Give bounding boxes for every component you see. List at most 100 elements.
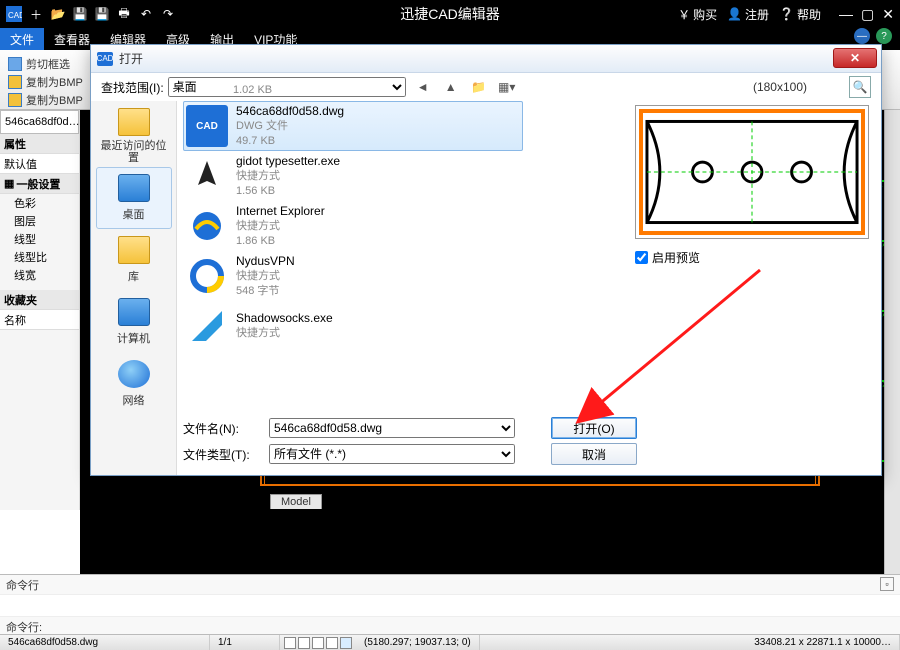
polar-toggle[interactable] <box>326 637 338 649</box>
minimize-button[interactable]: — <box>839 6 853 23</box>
model-tab[interactable]: Model <box>270 494 322 509</box>
help-button[interactable]: ❔帮助 <box>779 6 821 23</box>
menu-file[interactable]: 文件 <box>0 28 44 50</box>
filename-input[interactable]: 546ca68df0d58.dwg <box>269 418 515 438</box>
new-icon[interactable]: ＋ <box>26 4 46 24</box>
place-recent[interactable]: 最近访问的位置 <box>96 105 172 167</box>
grid-toggle[interactable] <box>298 637 310 649</box>
cmd-restore-icon[interactable]: ▫ <box>880 577 894 591</box>
ribbon-copy-bmp[interactable]: 复制为BMP <box>8 74 83 90</box>
place-libraries[interactable]: 库 <box>96 229 172 291</box>
left-panel: 546ca68df0d… 属性 默认值 ▦一般设置 色彩 图层 线型 线型比 线… <box>0 110 80 510</box>
statusbar: 546ca68df0d58.dwg 1/1 (5180.297; 19037.1… <box>0 634 900 650</box>
doc-min-icon[interactable]: — <box>854 28 870 44</box>
status-coords: (5180.297; 19037.13; 0) <box>356 635 480 650</box>
file-row[interactable]: NydusVPN快捷方式548 字节 <box>183 251 523 301</box>
print-icon[interactable]: 🖶 <box>114 4 134 24</box>
dialog-titlebar[interactable]: CAD 打开 ✕ <box>91 45 881 73</box>
place-libraries-label: 库 <box>128 268 139 284</box>
file-size: 548 字节 <box>236 284 295 299</box>
app-icon[interactable]: CAD <box>4 4 24 24</box>
open-icon[interactable]: 📂 <box>48 4 68 24</box>
place-desktop-label: 桌面 <box>123 206 145 222</box>
file-icon <box>186 305 228 347</box>
file-icon: CAD <box>186 105 228 147</box>
file-row[interactable]: Internet Explorer快捷方式1.86 KB <box>183 201 523 251</box>
bmp-icon <box>8 75 22 89</box>
place-network[interactable]: 网络 <box>96 353 172 415</box>
lineweight-row[interactable]: 线型比 <box>0 248 79 266</box>
computer-icon <box>118 298 150 326</box>
dialog-bottom: 文件名(N): 546ca68df0d58.dwg 打开(O) 文件类型(T):… <box>183 415 869 467</box>
file-row-partial[interactable]: 1.02 KB <box>183 79 523 101</box>
osnap-toggle[interactable] <box>340 637 352 649</box>
vscrollbar[interactable] <box>884 110 900 586</box>
desktop-icon <box>118 174 150 202</box>
ribbon-copy-bmp-all[interactable]: 复制为BMP <box>8 92 83 108</box>
svg-text:CAD: CAD <box>8 11 22 20</box>
place-computer[interactable]: 计算机 <box>96 291 172 353</box>
ribbon-copy-bmp-all-label: 复制为BMP <box>26 92 83 108</box>
file-name: 546ca68df0d58.dwg <box>236 104 344 119</box>
network-icon <box>118 360 150 388</box>
quick-access-toolbar: CAD ＋ 📂 💾 💾 🖶 ↶ ↷ <box>0 4 178 24</box>
save-icon[interactable]: 💾 <box>70 4 90 24</box>
close-button[interactable]: ✕ <box>882 6 894 23</box>
name-row[interactable]: 名称 <box>0 310 79 330</box>
file-size: 49.7 KB <box>236 134 344 149</box>
zoom-icon[interactable]: 🔍 <box>849 76 871 98</box>
filetype-label: 文件类型(T): <box>183 446 261 463</box>
ortho-toggle[interactable] <box>312 637 324 649</box>
file-row[interactable]: Shadowsocks.exe快捷方式 <box>183 301 523 351</box>
cancel-button[interactable]: 取消 <box>551 443 637 465</box>
doc-help-icon[interactable]: ? <box>876 28 892 44</box>
dialog-close-button[interactable]: ✕ <box>833 48 877 68</box>
file-type: 快捷方式 <box>236 326 333 341</box>
bmp-icon <box>8 93 22 107</box>
status-file: 546ca68df0d58.dwg <box>0 635 210 650</box>
layer-row[interactable]: 图层 <box>0 212 79 230</box>
saveas-icon[interactable]: 💾 <box>92 4 112 24</box>
file-tab[interactable]: 546ca68df0d… <box>0 110 79 134</box>
linetype-row[interactable]: 线型 <box>0 230 79 248</box>
buy-button[interactable]: ￥购买 <box>678 6 717 23</box>
file-icon <box>186 155 228 197</box>
enable-preview-label: 启用预览 <box>652 249 700 266</box>
linewidth-row[interactable]: 线宽 <box>0 266 79 284</box>
libraries-icon <box>118 236 150 264</box>
undo-icon[interactable]: ↶ <box>136 4 156 24</box>
favorites-header: 收藏夹 <box>0 290 79 310</box>
dialog-app-icon: CAD <box>97 52 113 66</box>
register-label: 注册 <box>745 6 769 23</box>
dialog-title: 打开 <box>119 50 143 67</box>
ribbon-copy-bmp-label: 复制为BMP <box>26 74 83 90</box>
file-name: Internet Explorer <box>236 204 325 219</box>
snap-toggle[interactable] <box>284 637 296 649</box>
general-label: 一般设置 <box>16 176 60 192</box>
ribbon-cut[interactable]: 剪切框选 <box>8 56 83 72</box>
filetype-select[interactable]: 所有文件 (*.*) <box>269 444 515 464</box>
preview-dimensions: (180x100) <box>753 80 807 94</box>
enable-preview-input[interactable] <box>635 251 648 264</box>
general-header[interactable]: ▦一般设置 <box>0 174 79 194</box>
file-row[interactable]: CAD546ca68df0d58.dwgDWG 文件49.7 KB <box>183 101 523 151</box>
scissors-icon <box>8 57 22 71</box>
file-row[interactable]: gidot typesetter.exe快捷方式1.56 KB <box>183 151 523 201</box>
place-desktop[interactable]: 桌面 <box>96 167 172 229</box>
register-button[interactable]: 👤注册 <box>727 6 769 23</box>
redo-icon[interactable]: ↷ <box>158 4 178 24</box>
enable-preview-checkbox[interactable]: 启用预览 <box>635 249 869 266</box>
file-name: Shadowsocks.exe <box>236 311 333 326</box>
file-name: NydusVPN <box>236 254 295 269</box>
color-row[interactable]: 色彩 <box>0 194 79 212</box>
cmd-label: 命令行 <box>6 577 39 593</box>
open-button[interactable]: 打开(O) <box>551 417 637 439</box>
lookin-label: 查找范围(I): <box>101 79 164 96</box>
preview-image <box>639 109 865 235</box>
maximize-button[interactable]: ▢ <box>861 6 874 23</box>
filename-label: 文件名(N): <box>183 420 261 437</box>
defaults-row[interactable]: 默认值 <box>0 154 79 174</box>
yen-icon: ￥ <box>678 6 690 23</box>
props-header: 属性 <box>0 134 79 154</box>
file-icon <box>186 205 228 247</box>
